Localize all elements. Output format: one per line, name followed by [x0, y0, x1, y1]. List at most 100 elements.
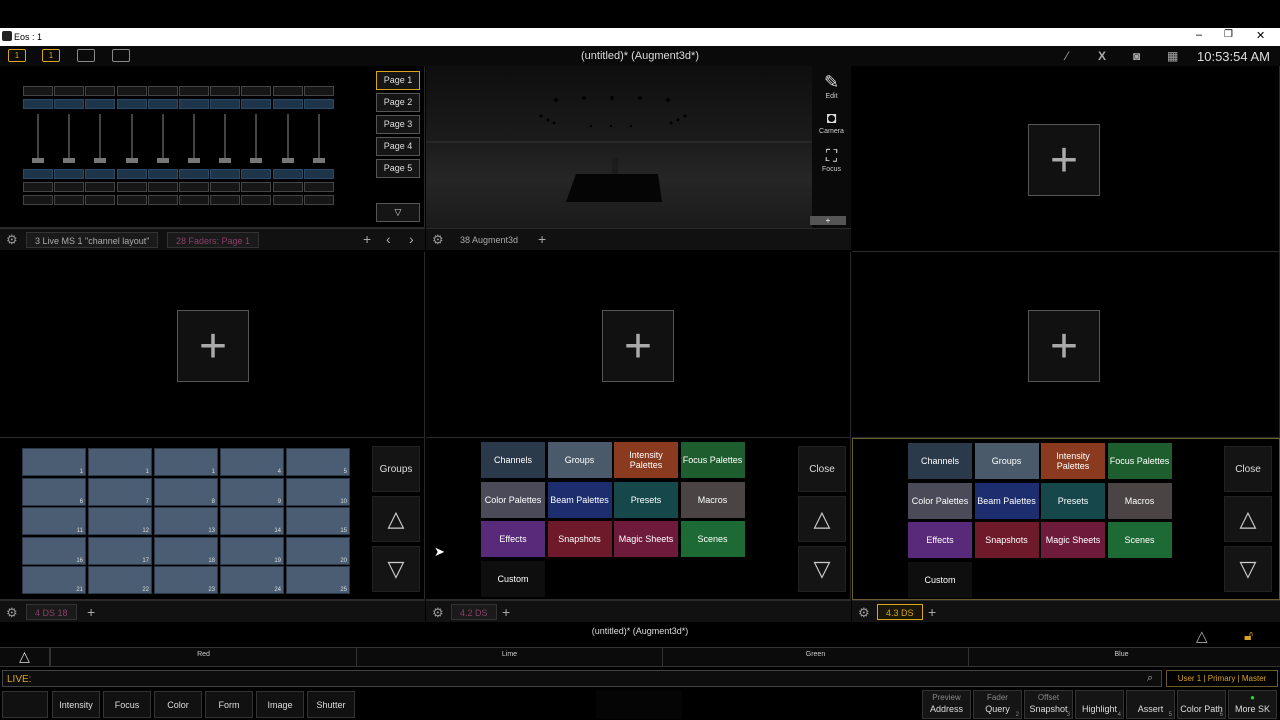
fader-handle[interactable]	[250, 158, 263, 163]
add-tab-button[interactable]: +	[602, 310, 674, 382]
triangle-up-icon[interactable]: △	[0, 648, 50, 667]
fader-button-a[interactable]	[23, 99, 53, 109]
fader-button-top[interactable]	[303, 86, 334, 96]
softkey-intensity[interactable]: Intensity	[52, 691, 100, 718]
fader-button-top[interactable]	[147, 86, 178, 96]
direct-select-intensity-palettes[interactable]: Intensity Palettes	[614, 442, 678, 478]
direct-select-macros[interactable]: Macros	[1107, 482, 1172, 519]
fader-button-a[interactable]	[272, 99, 303, 109]
add-tab-icon[interactable]: +	[538, 231, 546, 247]
direct-select-presets[interactable]: Presets	[614, 481, 678, 518]
fader-button-bottom[interactable]	[116, 195, 147, 205]
fader-button-mid[interactable]	[241, 182, 272, 192]
softkey-color-path[interactable]: Color Path 6	[1177, 690, 1226, 719]
add-tab-icon[interactable]: +	[363, 231, 371, 247]
camera-icon[interactable]: ◙	[1133, 49, 1140, 63]
direct-select-color-palettes[interactable]: Color Palettes	[908, 482, 972, 519]
fader-button-mid[interactable]	[116, 182, 147, 192]
group-cell[interactable]: 7	[88, 477, 152, 506]
group-cell[interactable]: 12	[88, 507, 152, 535]
group-cell[interactable]: 24	[220, 566, 284, 594]
fader-button-a[interactable]	[54, 99, 85, 109]
page-5-button[interactable]: Page 5	[376, 159, 420, 178]
direct-select-beam-palettes[interactable]: Beam Palettes	[974, 482, 1039, 519]
fader-button-bottom[interactable]	[179, 195, 209, 205]
chevron-right-icon[interactable]: ›	[409, 231, 414, 247]
fader-button-top[interactable]	[54, 86, 85, 96]
softkey-assert[interactable]: Assert 5	[1126, 690, 1175, 719]
keyboard-icon[interactable]: ▦	[1167, 49, 1178, 63]
fader-button-a[interactable]	[147, 99, 178, 109]
scroll-up-button[interactable]: △	[372, 496, 420, 542]
group-cell[interactable]: 14	[220, 507, 284, 535]
group-cell[interactable]: 8	[154, 477, 218, 506]
direct-select-effects[interactable]: Effects	[481, 521, 545, 557]
chevron-left-icon[interactable]: ‹	[386, 231, 391, 247]
close-window-icon[interactable]: ✕	[1256, 29, 1265, 42]
groups-button[interactable]: Groups	[372, 446, 420, 492]
fader-button-v[interactable]	[272, 169, 303, 179]
close-button[interactable]: Close	[1224, 446, 1272, 492]
group-cell[interactable]: 1	[88, 448, 152, 476]
direct-select-intensity-palettes[interactable]: Intensity Palettes	[1041, 443, 1105, 479]
direct-select-magic-sheets[interactable]: Magic Sheets	[1041, 522, 1105, 558]
direct-select-scenes[interactable]: Scenes	[680, 521, 745, 557]
direct-select-effects[interactable]: Effects	[908, 522, 972, 558]
fader-button-top[interactable]	[272, 86, 303, 96]
tab-ds-2[interactable]: 4.2 DS	[451, 604, 497, 620]
fader-button-mid[interactable]	[210, 182, 241, 192]
direct-select-custom[interactable]: Custom	[481, 560, 545, 597]
fader-button-mid[interactable]	[179, 182, 209, 192]
direct-select-magic-sheets[interactable]: Magic Sheets	[614, 521, 678, 557]
group-cell[interactable]: 22	[88, 566, 152, 594]
gear-icon[interactable]: ⚙	[6, 232, 18, 248]
fader-button-top[interactable]	[23, 86, 53, 96]
group-cell[interactable]: 5	[286, 448, 350, 476]
group-cell[interactable]: 4	[220, 448, 284, 476]
fader-handle[interactable]	[312, 158, 325, 163]
fader-button-a[interactable]	[210, 99, 241, 109]
direct-select-macros[interactable]: Macros	[680, 481, 745, 518]
scroll-down-button[interactable]: ▽	[1224, 546, 1272, 592]
group-cell[interactable]: 18	[154, 536, 218, 565]
mixer-red[interactable]: Red	[50, 648, 356, 666]
group-cell[interactable]: 1	[22, 448, 86, 476]
group-cell[interactable]: 19	[220, 536, 284, 565]
tab-augment3d[interactable]: 38 Augment3d	[452, 232, 526, 248]
fader-button-top[interactable]	[85, 86, 116, 96]
gear-icon[interactable]: ⚙	[6, 605, 18, 621]
page-3-button[interactable]: Page 3	[376, 115, 420, 134]
group-cell[interactable]: 9	[220, 477, 284, 506]
minimize-icon[interactable]: –	[1196, 29, 1202, 41]
fader-button-v[interactable]	[179, 169, 209, 179]
softkey-color[interactable]: Color	[154, 691, 202, 718]
direct-select-color-palettes[interactable]: Color Palettes	[481, 481, 545, 518]
mixer-blue[interactable]: Blue	[968, 648, 1274, 666]
fader-handle[interactable]	[125, 158, 138, 163]
tab-groups-ds[interactable]: 4 DS 18	[26, 604, 77, 620]
fader-handle[interactable]	[32, 158, 44, 163]
softkey-image[interactable]: Image	[256, 691, 304, 718]
page-down-button[interactable]: ▽	[376, 203, 420, 222]
page-1-button[interactable]: Page 1	[376, 71, 420, 90]
fader-button-v[interactable]	[210, 169, 241, 179]
group-cell[interactable]: 21	[22, 566, 86, 594]
fader-button-bottom[interactable]	[54, 195, 85, 205]
group-cell[interactable]: 20	[286, 536, 350, 565]
tab-live-ms[interactable]: 3 Live MS 1 "channel layout"	[26, 232, 159, 248]
close-button[interactable]: Close	[798, 446, 846, 492]
group-cell[interactable]: 10	[286, 477, 350, 506]
fader-button-bottom[interactable]	[23, 195, 53, 205]
scroll-up-button[interactable]: △	[1224, 496, 1272, 542]
page-4-button[interactable]: Page 4	[376, 137, 420, 156]
fader-button-v[interactable]	[23, 169, 53, 179]
add-tab-icon[interactable]: +	[87, 604, 95, 620]
add-tab-icon[interactable]: +	[928, 604, 936, 620]
group-cell[interactable]: 1	[154, 448, 218, 476]
mixer-green[interactable]: Green	[662, 648, 968, 666]
direct-select-beam-palettes[interactable]: Beam Palettes	[547, 481, 612, 518]
group-cell[interactable]: 13	[154, 507, 218, 535]
fader-button-v[interactable]	[147, 169, 178, 179]
direct-select-focus-palettes[interactable]: Focus Palettes	[1107, 443, 1172, 479]
group-cell[interactable]: 17	[88, 536, 152, 565]
